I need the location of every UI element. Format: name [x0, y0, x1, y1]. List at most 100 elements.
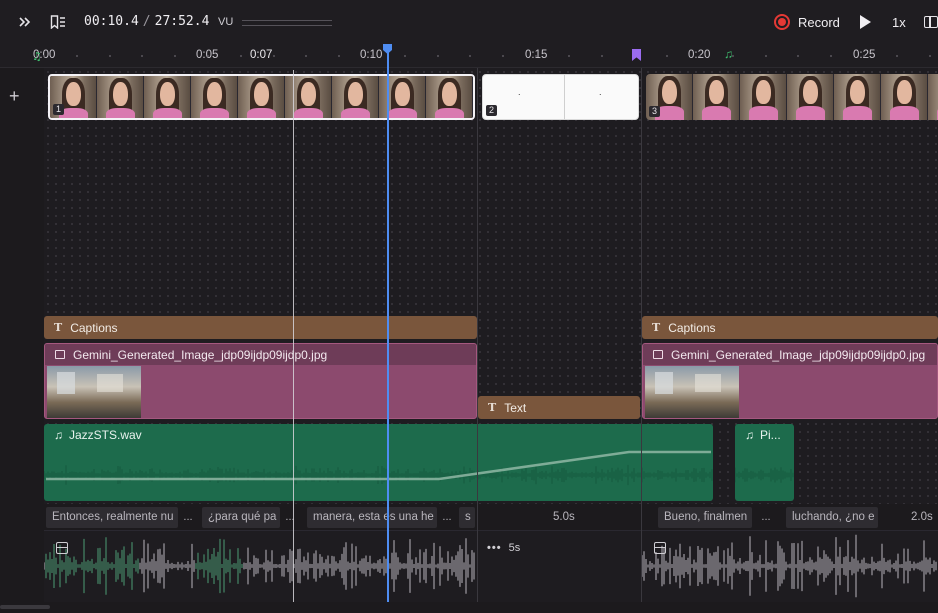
ruler-tick	[863, 55, 865, 57]
playback-speed[interactable]: 1x	[892, 15, 906, 30]
music-note-icon: ♫	[54, 428, 63, 442]
bookmark-list-icon[interactable]	[50, 0, 66, 47]
frame-divider	[564, 75, 565, 119]
record-label: Record	[798, 14, 840, 30]
audio-clip-jazz[interactable]: ♫ JazzSTS.wav	[44, 424, 713, 501]
audio-clip-label: Pi...	[760, 428, 781, 442]
image-thumbnail	[47, 366, 141, 418]
caption-gap-duration: 5.0s	[553, 511, 575, 523]
ruler-tick	[272, 55, 275, 57]
video-frame-thumbnail	[834, 74, 881, 120]
video-clip-2[interactable]: . . 2	[482, 74, 639, 120]
caption-segment[interactable]: manera, esta es una he	[307, 507, 437, 528]
audio-waveform	[735, 467, 794, 483]
ruler-tick	[239, 55, 242, 57]
add-track-button[interactable]: +	[9, 86, 20, 107]
video-clip-1[interactable]: 1	[48, 74, 475, 120]
video-frame-thumbnail	[787, 74, 834, 120]
ruler-tick	[535, 55, 537, 57]
clip-number-badge: 1	[53, 104, 65, 115]
text-icon: T	[488, 401, 497, 414]
image-thumbnail	[645, 366, 739, 418]
audio-clip-header: ♫ Pi...	[735, 424, 794, 446]
captions-label: Captions	[668, 320, 716, 335]
video-frame-thumbnail	[332, 76, 379, 118]
playhead[interactable]	[387, 46, 389, 602]
music-marker-start-icon[interactable]: ♫	[32, 50, 44, 62]
current-time: 00:10.4	[84, 14, 139, 29]
video-frame-thumbnail	[473, 76, 475, 118]
video-frame-thumbnail	[191, 76, 238, 118]
image-clip-label: Gemini_Generated_Image_jdp09ijdp09ijdp0.…	[671, 347, 926, 362]
video-frame-thumbnail	[928, 74, 938, 120]
caption-segment[interactable]: ¿para qué pa	[202, 507, 280, 528]
text-icon: T	[54, 321, 63, 334]
clip-number-badge: 2	[486, 105, 498, 116]
caption-gap[interactable]: ...	[280, 507, 300, 528]
audio-waveform	[44, 450, 713, 486]
audio-clip-second[interactable]: ♫ Pi...	[735, 424, 794, 501]
video-clip-3[interactable]: 3	[646, 74, 938, 120]
vu-meter	[242, 20, 332, 26]
text-clip-label: Text	[504, 400, 527, 415]
ruler-tick	[600, 55, 603, 57]
captions-clip-2[interactable]: T Captions	[642, 316, 938, 339]
chevrons-right-icon[interactable]	[18, 0, 32, 47]
frame-mark: .	[599, 87, 602, 97]
track-gutter	[0, 68, 44, 613]
total-time: 27:52.4	[154, 14, 210, 29]
caption-segment[interactable]: luchando, ¿no e	[786, 507, 878, 528]
text-clip[interactable]: T Text	[478, 396, 640, 419]
segment-stack-icon[interactable]	[654, 542, 666, 554]
vu-label: VU	[218, 16, 234, 28]
gap-duration: 5s	[508, 542, 521, 554]
ruler-tick	[207, 55, 209, 57]
video-frame-thumbnail	[881, 74, 928, 120]
time-separator: /	[142, 14, 151, 29]
text-icon: T	[652, 321, 661, 334]
clip-number-badge: 3	[649, 106, 661, 117]
captions-clip-1[interactable]: T Captions	[44, 316, 477, 339]
ruler-tick	[436, 55, 439, 57]
ruler-tick	[371, 55, 373, 57]
record-button[interactable]: Record	[774, 12, 840, 32]
ruler-tick	[108, 55, 111, 57]
image-icon	[55, 350, 65, 359]
audio-clip-header: ♫ JazzSTS.wav	[44, 424, 713, 446]
video-frame-thumbnail	[144, 76, 191, 118]
horizontal-scrollbar[interactable]	[0, 605, 50, 609]
segment-stack-icon[interactable]	[56, 542, 68, 554]
music-marker-icon[interactable]: ♫	[724, 47, 733, 61]
record-icon	[774, 14, 790, 30]
image-clip-2[interactable]: Gemini_Generated_Image_jdp09ijdp09ijdp0.…	[642, 343, 938, 419]
ruler-tick	[699, 55, 701, 57]
sidebar-panel-icon[interactable]	[924, 16, 938, 28]
play-icon[interactable]	[860, 15, 871, 29]
video-frame-thumbnail	[238, 76, 285, 118]
svg-text:♫: ♫	[32, 50, 42, 62]
caption-gap[interactable]: ...	[754, 507, 778, 528]
ruler-tick	[75, 55, 78, 57]
more-dots-icon: •••	[487, 542, 502, 554]
video-frame-thumbnail	[97, 76, 144, 118]
caption-segment[interactable]: Entonces, realmente nu	[46, 507, 178, 528]
caption-segment[interactable]: s	[459, 507, 475, 528]
caption-segment[interactable]: Bueno, finalmen	[658, 507, 752, 528]
gap-indicator: ••• 5s	[487, 542, 520, 554]
caption-gap[interactable]: ...	[437, 507, 457, 528]
time-display: 00:10.4/27:52.4	[84, 14, 209, 29]
music-note-icon: ♫	[745, 428, 754, 442]
clip-boundary	[477, 68, 478, 602]
ruler-tick	[764, 55, 767, 57]
audio-clip-label: JazzSTS.wav	[69, 428, 142, 442]
ruler-tick	[928, 55, 931, 57]
image-clip-header: Gemini_Generated_Image_jdp09ijdp09ijdp0.…	[643, 344, 937, 365]
caption-gap[interactable]: ...	[178, 507, 198, 528]
image-clip-1[interactable]: Gemini_Generated_Image_jdp09ijdp09ijdp0.…	[44, 343, 477, 419]
image-clip-label: Gemini_Generated_Image_jdp09ijdp09ijdp0.…	[73, 347, 328, 362]
video-frame-thumbnail	[693, 74, 740, 120]
video-frame-thumbnail	[426, 76, 473, 118]
image-icon	[653, 350, 663, 359]
caption-duration: 2.0s	[911, 511, 933, 523]
video-frame-thumbnail	[740, 74, 787, 120]
